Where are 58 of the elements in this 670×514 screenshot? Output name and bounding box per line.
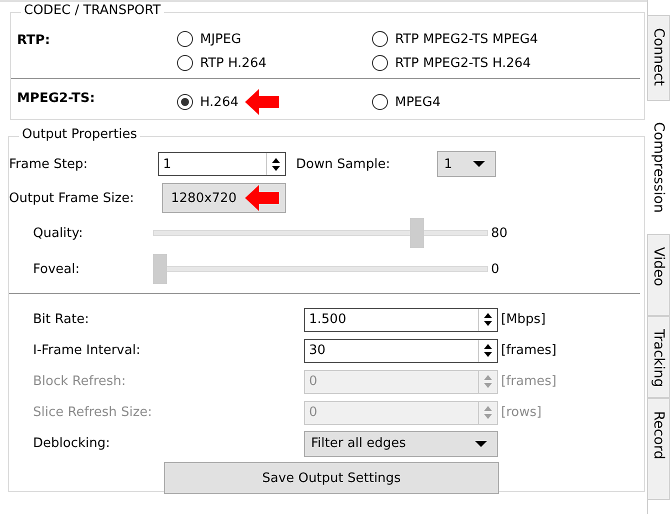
field-label: Foveal: (32, 262, 81, 276)
slider-value: 0 (491, 262, 500, 276)
field-label: Block Refresh: (32, 374, 127, 389)
radio-button[interactable] (177, 31, 193, 47)
option-label: MJPEG (200, 32, 242, 46)
up-down-arrows-icon (483, 404, 493, 421)
dropdown[interactable]: Filter all edges (304, 430, 498, 456)
field-label: Slice Refresh Size: (32, 405, 154, 420)
unit-label: [frames] (501, 343, 556, 358)
frame-size-button[interactable]: 1280x720 (162, 183, 286, 213)
number-field[interactable]: 1 (158, 152, 286, 176)
tab[interactable]: Tracking (648, 316, 670, 398)
slider[interactable] (153, 218, 488, 248)
field-label: I-Frame Interval: (32, 343, 142, 358)
radio-option[interactable]: H.264 (177, 89, 372, 115)
option-label: MPEG4 (395, 94, 441, 110)
slider[interactable] (153, 254, 488, 284)
field-label: MPEG2-TS: (17, 90, 96, 106)
radio-button[interactable] (177, 55, 193, 71)
field-label: Down Sample: (296, 156, 392, 172)
option-label: H.264 (200, 94, 238, 110)
up-down-arrows-icon (483, 373, 493, 390)
field-label: Bit Rate: (32, 312, 90, 327)
radio-option[interactable]: RTP MPEG2-TS MPEG4 (372, 31, 612, 47)
tab[interactable]: Connect (648, 15, 670, 101)
tab[interactable]: Video (648, 234, 670, 316)
field-label: RTP: (17, 32, 52, 48)
group-title: Output Properties (19, 127, 140, 142)
save-button[interactable]: Save Output Settings (164, 462, 499, 494)
dropdown[interactable]: 1 (437, 151, 496, 177)
radio-button[interactable] (372, 31, 388, 47)
number-field[interactable]: 30 (304, 338, 498, 362)
field-label: Quality: (32, 226, 84, 240)
radio-button[interactable] (177, 94, 193, 110)
option-label: RTP H.264 (200, 56, 266, 70)
up-down-arrows-icon (483, 342, 493, 359)
field-label: Frame Step: (9, 156, 89, 172)
up-down-arrows-icon (483, 311, 493, 328)
unit-label: [frames] (501, 374, 556, 389)
caret-icon (475, 440, 487, 446)
caret-icon (473, 161, 485, 167)
tab[interactable]: Record (648, 398, 670, 500)
radio-option[interactable]: MPEG4 (372, 89, 612, 115)
unit-label: [rows] (501, 405, 542, 420)
up-down-arrows-icon (271, 156, 281, 172)
radio-button[interactable] (372, 94, 388, 110)
field-label: Deblocking: (32, 436, 111, 451)
option-label: RTP MPEG2-TS H.264 (395, 56, 531, 70)
slider-value: 80 (491, 226, 508, 240)
field-label: Output Frame Size: (9, 190, 135, 206)
radio-option[interactable]: MJPEG (177, 31, 372, 47)
unit-label: [Mbps] (501, 312, 546, 327)
radio-option[interactable]: RTP MPEG2-TS H.264 (372, 55, 612, 71)
group-title: CODEC / TRANSPORT (21, 3, 164, 18)
radio-button[interactable] (372, 55, 388, 71)
option-label: RTP MPEG2-TS MPEG4 (395, 32, 538, 46)
radio-option[interactable]: RTP H.264 (177, 55, 372, 71)
number-field[interactable]: 1.500 (304, 308, 498, 332)
